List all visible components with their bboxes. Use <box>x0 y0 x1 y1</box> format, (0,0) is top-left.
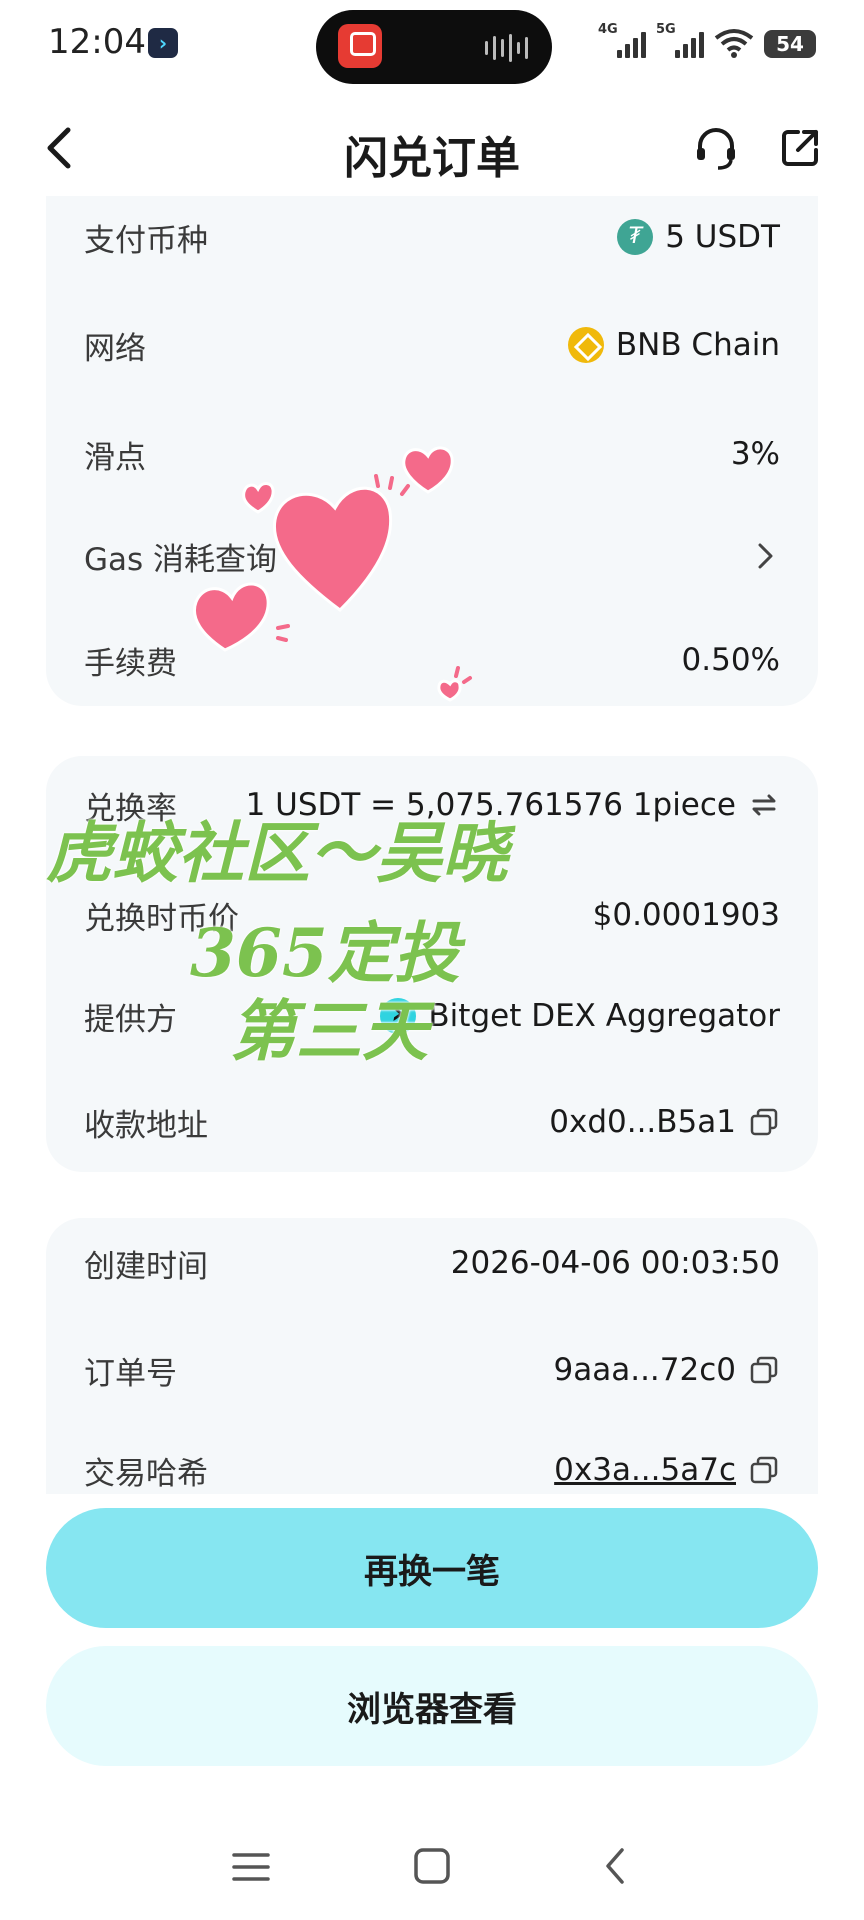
app-notification-icon: › <box>148 28 178 58</box>
bnb-coin-icon <box>567 327 604 363</box>
status-bar: 12:04 › 4G 5G 54 <box>0 0 864 90</box>
usdt-coin-icon <box>617 219 654 255</box>
copy-icon[interactable] <box>748 1354 780 1386</box>
provider-row: 提供方 Bitget DEX Aggregator <box>84 986 780 1046</box>
fee-row: 手续费 0.50% <box>84 630 780 690</box>
copy-icon[interactable] <box>748 1106 780 1138</box>
wifi-icon <box>714 28 754 58</box>
row-label: 滑点 <box>84 439 146 476</box>
row-value: 0xd0...B5a1 <box>549 1104 780 1140</box>
tx-hash-link[interactable]: 0x3a...5a7c <box>554 1452 736 1488</box>
bitget-icon <box>380 996 417 1034</box>
home-icon[interactable] <box>410 1844 454 1888</box>
network-5g-label: 5G <box>656 22 676 37</box>
row-label: 交易哈希 <box>84 1455 208 1492</box>
system-nav-bar <box>0 1820 864 1920</box>
chevron-right-icon[interactable] <box>750 541 780 571</box>
audio-wave-icon <box>485 34 528 62</box>
row-value: 1 USDT = 5,075.761576 1piece <box>246 787 780 823</box>
payment-amount: 5 USDT <box>665 219 780 255</box>
created-time-value: 2026-04-06 00:03:50 <box>450 1245 780 1281</box>
row-value: 5 USDT <box>617 219 780 255</box>
swap-icon[interactable] <box>748 789 780 821</box>
row-label: 手续费 <box>84 645 177 682</box>
status-icons: 4G 5G 54 <box>598 22 816 58</box>
status-time: 12:04 <box>48 22 146 62</box>
exchange-rate-value: 1 USDT = 5,075.761576 1piece <box>245 787 736 823</box>
recording-app-icon[interactable] <box>338 24 382 68</box>
share-icon[interactable] <box>776 124 824 172</box>
address-value: 0xd0...B5a1 <box>549 1104 736 1140</box>
row-label: 提供方 <box>84 1001 177 1038</box>
created-time-row: 创建时间 2026-04-06 00:03:50 <box>84 1233 780 1293</box>
price-at-swap-row: 兑换时币价 $0.0001903 <box>84 885 780 945</box>
row-label: 创建时间 <box>84 1248 208 1285</box>
network-row: 网络 BNB Chain <box>84 315 780 375</box>
gas-query-row[interactable]: Gas 消耗查询 <box>84 526 780 586</box>
row-value: Bitget DEX Aggregator <box>380 996 780 1034</box>
row-label: 收款地址 <box>84 1107 208 1144</box>
nav-back-icon[interactable] <box>596 1844 636 1888</box>
view-in-explorer-button[interactable]: 浏览器查看 <box>46 1646 818 1766</box>
price-value: $0.0001903 <box>592 897 780 933</box>
tx-hash-row: 交易哈希 0x3a...5a7c <box>84 1440 780 1500</box>
copy-icon[interactable] <box>748 1454 780 1486</box>
row-label: 网络 <box>84 330 146 367</box>
dynamic-island[interactable] <box>316 10 552 84</box>
order-number-row: 订单号 9aaa...72c0 <box>84 1340 780 1400</box>
provider-name: Bitget DEX Aggregator <box>428 998 780 1034</box>
network-name: BNB Chain <box>615 327 780 363</box>
exchange-rate-row: 兑换率 1 USDT = 5,075.761576 1piece <box>84 775 780 835</box>
swap-again-button[interactable]: 再换一笔 <box>46 1508 818 1628</box>
network-4g-label: 4G <box>598 22 618 37</box>
row-value: 9aaa...72c0 <box>554 1352 781 1388</box>
receive-address-row: 收款地址 0xd0...B5a1 <box>84 1092 780 1152</box>
payment-currency-row: 支付币种 5 USDT <box>84 207 780 267</box>
app-header: 闪兑订单 <box>0 100 864 196</box>
slippage-value: 3% <box>730 436 780 472</box>
customer-service-icon[interactable] <box>692 124 740 172</box>
slippage-row: 滑点 3% <box>84 424 780 484</box>
row-label: 兑换时币价 <box>84 900 239 937</box>
row-value: 0x3a...5a7c <box>554 1452 780 1488</box>
signal-4g-icon: 4G <box>598 22 646 58</box>
recent-apps-icon[interactable] <box>230 1846 272 1888</box>
row-label: 订单号 <box>84 1355 177 1392</box>
order-number-value: 9aaa...72c0 <box>553 1352 737 1388</box>
row-label: Gas 消耗查询 <box>84 541 278 578</box>
signal-5g-icon: 5G <box>656 22 704 58</box>
fee-value: 0.50% <box>681 642 780 678</box>
battery-icon: 54 <box>764 30 816 58</box>
row-label: 支付币种 <box>84 222 208 259</box>
row-label: 兑换率 <box>84 790 177 827</box>
row-value: BNB Chain <box>567 327 780 363</box>
